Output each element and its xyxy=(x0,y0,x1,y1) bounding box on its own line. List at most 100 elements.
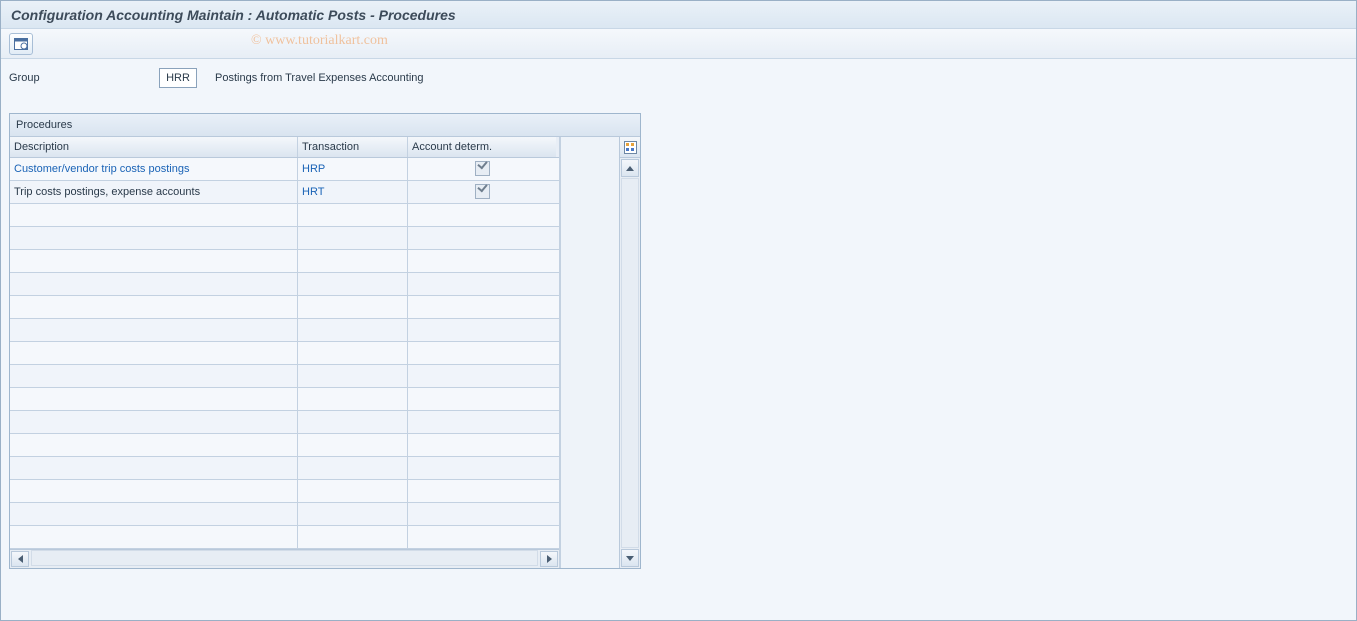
empty-cell xyxy=(408,434,556,456)
toolbar: © www.tutorialkart.com xyxy=(1,29,1356,59)
panel-title: Procedures xyxy=(10,114,640,137)
scroll-right-button[interactable] xyxy=(540,551,558,567)
cell-transaction: HRP xyxy=(298,158,408,180)
empty-cell xyxy=(408,296,556,318)
cell-description[interactable]: Customer/vendor trip costs postings xyxy=(10,158,298,180)
chevron-right-icon xyxy=(547,555,552,563)
table-row[interactable] xyxy=(10,204,559,227)
table-settings-button[interactable] xyxy=(620,137,640,158)
page-title: Configuration Accounting Maintain : Auto… xyxy=(1,1,1356,29)
empty-cell xyxy=(298,503,408,525)
empty-cell xyxy=(408,457,556,479)
col-account-determ[interactable]: Account determ. xyxy=(408,137,556,157)
table-row[interactable] xyxy=(10,296,559,319)
empty-cell xyxy=(10,480,298,502)
empty-cell xyxy=(408,365,556,387)
empty-cell xyxy=(298,227,408,249)
table-row[interactable] xyxy=(10,365,559,388)
empty-cell xyxy=(408,503,556,525)
empty-cell xyxy=(298,411,408,433)
empty-cell xyxy=(10,388,298,410)
empty-cell xyxy=(10,296,298,318)
empty-cell xyxy=(408,526,556,548)
horizontal-scrollbar[interactable] xyxy=(10,549,559,568)
empty-cell xyxy=(298,388,408,410)
empty-cell xyxy=(10,319,298,341)
empty-cell xyxy=(408,411,556,433)
empty-cell xyxy=(408,388,556,410)
table-row[interactable] xyxy=(10,411,559,434)
group-value[interactable]: HRR xyxy=(159,68,197,88)
table-row[interactable] xyxy=(10,250,559,273)
empty-cell xyxy=(10,457,298,479)
empty-cell xyxy=(408,480,556,502)
empty-cell xyxy=(10,503,298,525)
table-settings-icon xyxy=(624,141,637,154)
table-row[interactable] xyxy=(10,227,559,250)
empty-cell xyxy=(408,273,556,295)
empty-cell xyxy=(298,250,408,272)
empty-cell xyxy=(298,365,408,387)
app-frame: Configuration Accounting Maintain : Auto… xyxy=(0,0,1357,621)
empty-cell xyxy=(298,342,408,364)
empty-cell xyxy=(10,411,298,433)
cell-account-determ xyxy=(408,181,556,203)
procedures-table: Description Transaction Account determ. … xyxy=(10,137,560,568)
table-row[interactable] xyxy=(10,319,559,342)
empty-cell xyxy=(10,342,298,364)
checkbox-icon[interactable] xyxy=(475,161,490,176)
empty-cell xyxy=(298,319,408,341)
detail-view-button[interactable] xyxy=(9,33,33,55)
table-row[interactable] xyxy=(10,273,559,296)
chevron-left-icon xyxy=(18,555,23,563)
group-description: Postings from Travel Expenses Accounting xyxy=(215,72,424,84)
hscroll-track[interactable] xyxy=(31,550,538,566)
table-row[interactable] xyxy=(10,503,559,526)
empty-cell xyxy=(10,227,298,249)
vscroll-track[interactable] xyxy=(621,178,639,548)
empty-cell xyxy=(408,319,556,341)
scroll-down-button[interactable] xyxy=(621,549,639,567)
empty-cell xyxy=(408,342,556,364)
chevron-down-icon xyxy=(626,556,634,561)
empty-cell xyxy=(298,296,408,318)
table-gap-column xyxy=(560,137,619,568)
table-row[interactable] xyxy=(10,434,559,457)
empty-cell xyxy=(10,204,298,226)
col-transaction[interactable]: Transaction xyxy=(298,137,408,157)
table-row[interactable] xyxy=(10,480,559,503)
empty-cell xyxy=(10,434,298,456)
table-row[interactable]: Customer/vendor trip costs postingsHRP xyxy=(10,158,559,181)
group-row: Group HRR Postings from Travel Expenses … xyxy=(9,65,1348,91)
table-row[interactable]: Trip costs postings, expense accountsHRT xyxy=(10,181,559,204)
empty-cell xyxy=(10,273,298,295)
empty-cell xyxy=(10,250,298,272)
empty-cell xyxy=(10,526,298,548)
watermark-text: © www.tutorialkart.com xyxy=(251,33,388,49)
scroll-up-button[interactable] xyxy=(621,159,639,177)
empty-cell xyxy=(298,204,408,226)
content-area: Group HRR Postings from Travel Expenses … xyxy=(1,59,1356,620)
chevron-up-icon xyxy=(626,166,634,171)
procedures-panel: Procedures Description Transaction Accou… xyxy=(9,113,641,569)
scroll-left-button[interactable] xyxy=(11,551,29,567)
checkbox-icon[interactable] xyxy=(475,184,490,199)
table-row[interactable] xyxy=(10,457,559,480)
empty-cell xyxy=(408,250,556,272)
table-row[interactable] xyxy=(10,342,559,365)
empty-cell xyxy=(298,434,408,456)
empty-cell xyxy=(298,273,408,295)
detail-view-icon xyxy=(14,38,28,50)
col-description[interactable]: Description xyxy=(10,137,298,157)
table-header: Description Transaction Account determ. xyxy=(10,137,559,158)
empty-cell xyxy=(408,227,556,249)
table-row[interactable] xyxy=(10,526,559,549)
table-row[interactable] xyxy=(10,388,559,411)
empty-cell xyxy=(408,204,556,226)
empty-cell xyxy=(298,457,408,479)
cell-account-determ xyxy=(408,158,556,180)
empty-cell xyxy=(10,365,298,387)
empty-cell xyxy=(298,526,408,548)
empty-cell xyxy=(298,480,408,502)
cell-transaction: HRT xyxy=(298,181,408,203)
